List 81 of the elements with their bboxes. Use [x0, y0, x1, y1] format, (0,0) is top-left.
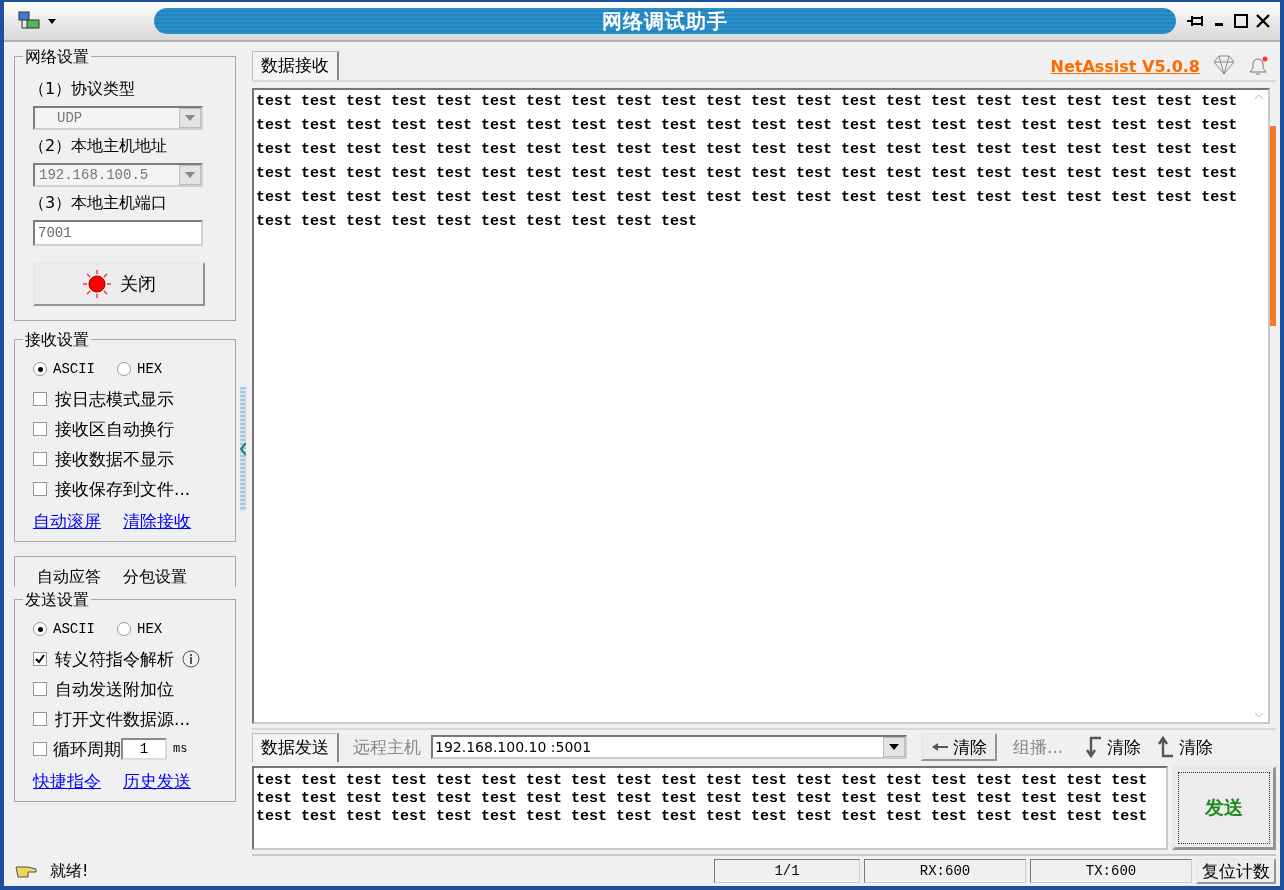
text-line: test test test test test test test test test test test test test test test test test test test test [256, 790, 1149, 808]
checkbox[interactable] [33, 682, 47, 696]
tab[interactable]: 分包设置 [123, 567, 187, 587]
text-line: test test test test test test test test test test test test test test test test test test test test test test [256, 116, 1239, 136]
status-cell: TX:600 [1030, 859, 1192, 883]
tab[interactable]: 数据接收 [252, 51, 339, 80]
status-cell: 1/1 [714, 859, 860, 883]
option-label: 接收数据不显示 [55, 447, 174, 471]
clear-button[interactable]: 清除 [921, 733, 997, 761]
protocol-dropdown[interactable]: UDP [33, 106, 203, 130]
network-icon[interactable] [18, 11, 40, 31]
dropdown-arrow-icon [185, 172, 195, 178]
status-message: 就绪! [50, 860, 89, 882]
group-title: 接收设置 [23, 330, 91, 351]
multicast-label: 组播... [1013, 735, 1064, 759]
send-input[interactable] [252, 766, 1168, 850]
remote-host-dropdown[interactable]: 192.168.100.10 :5001 [431, 735, 907, 759]
dropdown-arrow-icon [185, 115, 195, 121]
link[interactable]: 历史发送 [123, 770, 191, 793]
text-line: test test test test test test test test test test test test test test test test test test test test test test [256, 164, 1239, 184]
tab[interactable]: 数据发送 [252, 732, 339, 762]
radio-button[interactable]: HEX [117, 361, 163, 377]
checkbox[interactable] [33, 712, 47, 726]
option-label: 自动发送附加位 [55, 677, 174, 701]
host-dropdown[interactable]: 192.168.100.5 [33, 163, 203, 187]
checkbox[interactable] [33, 392, 47, 406]
close-button[interactable]: 关闭 [33, 262, 205, 306]
indicator-light-icon [82, 269, 112, 299]
field-label: （2）本地主机地址 [29, 136, 169, 157]
radio-button[interactable]: HEX [117, 621, 163, 637]
tab[interactable]: 自动应答 [37, 567, 101, 587]
down-arrow-icon [1083, 736, 1104, 758]
checkbox[interactable] [33, 452, 47, 466]
pointing-hand-icon [14, 863, 38, 879]
close-icon[interactable] [1256, 14, 1270, 28]
menu-caret-icon[interactable] [48, 18, 56, 24]
radio-button[interactable]: ASCII [33, 361, 95, 377]
checkbox[interactable] [33, 652, 47, 666]
checkbox[interactable] [33, 482, 47, 496]
unit-label: ms [173, 742, 188, 756]
text-line: test test test test test test test test test test test test test test test test test test test test test test [256, 188, 1239, 208]
up-arrow-icon [1155, 736, 1176, 758]
checkbox[interactable] [33, 742, 47, 756]
period-field[interactable]: 1 [121, 738, 167, 760]
option-label: 接收区自动换行 [55, 417, 174, 441]
pin-icon[interactable] [1186, 14, 1206, 28]
link[interactable]: 清除接收 [123, 510, 191, 533]
field-label: （3）本地主机端口 [29, 193, 169, 214]
maximize-icon[interactable] [1234, 14, 1248, 28]
bell-icon[interactable] [1246, 55, 1270, 77]
clear-button[interactable]: 清除 [1079, 733, 1146, 761]
status-cell: RX:600 [864, 859, 1026, 883]
reset-counter-button[interactable]: 复位计数 [1196, 858, 1276, 884]
checkbox[interactable] [33, 422, 47, 436]
send-button[interactable]: 发送 [1172, 766, 1276, 850]
option-label: 转义符指令解析 [55, 647, 174, 671]
info-icon[interactable] [182, 650, 200, 668]
remote-host-label: 远程主机 [353, 735, 421, 759]
text-line: test test test test test test test test test test [256, 212, 699, 232]
scroll-thumb[interactable] [1270, 126, 1276, 326]
scroll-down-icon[interactable] [1254, 712, 1264, 718]
option-label: 接收保存到文件... [55, 477, 191, 501]
text-line: test test test test test test test test test test test test test test test test test test test test [256, 772, 1149, 790]
text-line: test test test test test test test test test test test test test test test test test test test test test test [256, 92, 1239, 112]
option-label: 按日志模式显示 [55, 387, 174, 411]
link[interactable]: 快捷指令 [33, 770, 101, 793]
radio-button[interactable]: ASCII [33, 621, 95, 637]
dropdown-arrow-icon [889, 744, 899, 750]
clear-button[interactable]: 清除 [1151, 733, 1218, 761]
text-line: test test test test test test test test test test test test test test test test test test test test test test [256, 140, 1239, 160]
window-title: 网络调试助手 [602, 7, 728, 35]
option-label: 打开文件数据源... [55, 707, 191, 731]
scroll-up-icon[interactable] [1254, 94, 1264, 100]
splitter-handle[interactable] [240, 387, 246, 511]
field-label: （1）协议类型 [29, 79, 137, 100]
text-line: test test test test test test test test test test test test test test test test test test test test [256, 808, 1149, 826]
port-field[interactable]: 7001 [33, 220, 203, 246]
link[interactable]: 自动滚屏 [33, 510, 101, 533]
option-label: 循环周期 [53, 737, 121, 761]
diamond-icon[interactable] [1212, 55, 1236, 75]
left-arrow-icon [931, 742, 949, 752]
